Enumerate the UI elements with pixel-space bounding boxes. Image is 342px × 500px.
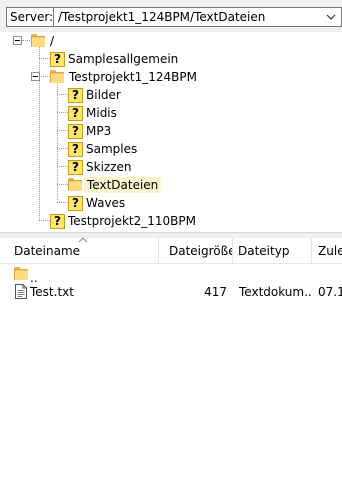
- tree-item-label: Samplesallgemein: [68, 52, 179, 66]
- tree-item-label: Bilder: [86, 88, 121, 102]
- file-size: 417: [204, 285, 227, 299]
- unknown-folder-icon: ?: [68, 195, 83, 211]
- tree-item-textdateien[interactable]: TextDateien: [68, 176, 162, 194]
- tree-item-skizzen[interactable]: ? Skizzen: [68, 158, 135, 176]
- list-item-file[interactable]: Test.txt 417 Textdokum... 07.12: [0, 282, 342, 302]
- collapse-root-icon[interactable]: [13, 36, 22, 45]
- tree-connector: [39, 220, 50, 221]
- tree-item-label: Samples: [86, 142, 138, 156]
- remote-file-list[interactable]: Dateiname Dateigröße Dateityp Zule .. Te…: [0, 237, 342, 500]
- chevron-down-icon[interactable]: [325, 11, 337, 23]
- tree-item-label: TextDateien: [84, 177, 162, 193]
- column-header-filesize[interactable]: Dateigröße: [163, 238, 233, 264]
- tree-item-samplesallgemein[interactable]: ? Samplesallgemein: [50, 50, 181, 68]
- folder-icon: [14, 267, 30, 281]
- tree-connector: [39, 58, 50, 59]
- unknown-folder-icon: ?: [68, 87, 83, 103]
- column-header-modified[interactable]: Zule: [312, 238, 342, 264]
- tree-item-label: Midis: [86, 106, 117, 120]
- tree-item-label: /: [50, 34, 55, 48]
- tree-item-root[interactable]: /: [31, 32, 57, 50]
- tree-item-waves[interactable]: ? Waves: [68, 194, 128, 212]
- tree-item-testprojekt1[interactable]: Testprojekt1_124BPM: [50, 68, 200, 86]
- tree-item-label: Testprojekt2_110BPM: [68, 214, 196, 228]
- list-header: Dateiname Dateigröße Dateityp Zule: [0, 237, 342, 264]
- tree-connector: [57, 94, 68, 95]
- tree-item-testprojekt2[interactable]: ? Testprojekt2_110BPM: [50, 212, 199, 230]
- file-type: Textdokum...: [239, 285, 312, 299]
- column-header-filetype[interactable]: Dateityp: [232, 238, 312, 264]
- text-file-icon: [15, 284, 27, 299]
- folder-icon: [50, 70, 66, 84]
- file-name: Test.txt: [30, 285, 74, 299]
- tree-connector: [57, 184, 68, 185]
- tree-connector: [57, 166, 68, 167]
- server-bar: Server: /Testprojekt1_124BPM/TextDateien: [0, 0, 342, 32]
- tree-connector: [57, 130, 68, 131]
- tree-connector: [57, 202, 68, 203]
- unknown-folder-icon: ?: [68, 141, 83, 157]
- tree-item-label: Skizzen: [86, 160, 132, 174]
- unknown-folder-icon: ?: [50, 51, 65, 67]
- collapse-testprojekt1-icon[interactable]: [31, 72, 40, 81]
- tree-connector: [57, 148, 68, 149]
- tree-item-bilder[interactable]: ? Bilder: [68, 86, 124, 104]
- tree-item-label: Waves: [86, 196, 126, 210]
- folder-icon: [31, 34, 47, 48]
- tree-item-label: Testprojekt1_124BPM: [69, 70, 197, 84]
- unknown-folder-icon: ?: [68, 159, 83, 175]
- unknown-folder-icon: ?: [50, 213, 65, 229]
- unknown-folder-icon: ?: [68, 123, 83, 139]
- unknown-folder-icon: ?: [68, 105, 83, 121]
- server-path-text: /Testprojekt1_124BPM/TextDateien: [58, 10, 266, 24]
- folder-icon: [68, 178, 84, 192]
- column-header-filename[interactable]: Dateiname: [8, 238, 159, 264]
- file-modified: 07.12: [318, 285, 342, 299]
- remote-directory-tree[interactable]: / ? Samplesallgemein Testprojekt1_124BPM…: [0, 32, 342, 232]
- server-label: Server:: [6, 7, 58, 27]
- list-item-parent[interactable]: ..: [0, 264, 342, 285]
- tree-item-label: MP3: [86, 124, 112, 138]
- tree-item-samples[interactable]: ? Samples: [68, 140, 140, 158]
- tree-connector: [39, 76, 50, 77]
- server-path-combobox[interactable]: /Testprojekt1_124BPM/TextDateien: [53, 7, 342, 27]
- tree-item-midis[interactable]: ? Midis: [68, 104, 120, 122]
- tree-connector: [57, 112, 68, 113]
- tree-item-mp3[interactable]: ? MP3: [68, 122, 114, 140]
